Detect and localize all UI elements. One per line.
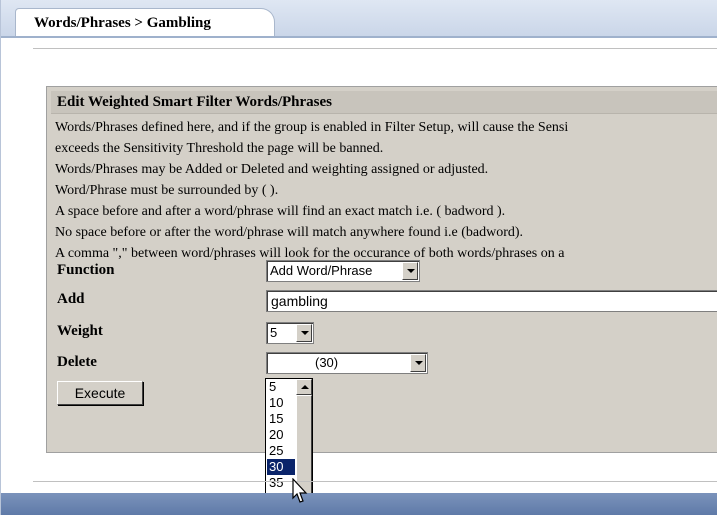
weight-option[interactable]: 10 [267, 395, 295, 411]
description-line: A space before and after a word/phrase w… [55, 204, 506, 219]
add-word-input[interactable]: gambling [266, 290, 717, 312]
panel-title: Edit Weighted Smart Filter Words/Phrases [51, 91, 717, 114]
description-line: Word/Phrase must be surrounded by ( ). [55, 183, 279, 198]
description-line: exceeds the Sensitivity Threshold the pa… [55, 141, 384, 156]
description-line: Words/Phrases defined here, and if the g… [55, 120, 569, 135]
delete-label: Delete [57, 354, 97, 370]
weight-options: 5 10 15 20 25 30 35 [267, 379, 295, 491]
delete-select-value: (30) [315, 355, 339, 370]
footer-bar [1, 493, 717, 515]
tab-gambling[interactable]: Words/Phrases > Gambling [15, 8, 275, 36]
add-label: Add [57, 291, 85, 307]
weight-option[interactable]: 15 [267, 411, 295, 427]
function-label: Function [57, 262, 115, 278]
description-line: Words/Phrases may be Added or Deleted an… [55, 162, 489, 177]
divider-top [33, 48, 717, 49]
window-frame: Words/Phrases > Gambling Edit Weighted S… [0, 0, 717, 515]
panel-description: Words/Phrases defined here, and if the g… [55, 117, 717, 264]
weight-option[interactable]: 35 [267, 475, 295, 491]
weight-option-selected[interactable]: 30 [267, 459, 295, 475]
scroll-up-arrow-icon[interactable] [296, 379, 312, 395]
delete-select[interactable]: (30) [266, 352, 428, 374]
weight-select[interactable]: 5 [266, 322, 314, 344]
execute-button[interactable]: Execute [57, 381, 143, 405]
edit-panel: Edit Weighted Smart Filter Words/Phrases… [46, 86, 717, 453]
description-line: No space before or after the word/phrase… [55, 225, 524, 240]
weight-select-value: 5 [270, 325, 278, 340]
weight-label: Weight [57, 323, 103, 339]
weight-option[interactable]: 20 [267, 427, 295, 443]
chevron-down-icon[interactable] [402, 262, 418, 280]
mouse-pointer-icon [292, 478, 308, 503]
divider-bottom [33, 481, 717, 482]
chevron-down-icon[interactable] [410, 354, 426, 372]
function-select[interactable]: Add Word/Phrase [266, 260, 420, 282]
chevron-down-icon[interactable] [296, 324, 312, 342]
weight-option[interactable]: 25 [267, 443, 295, 459]
weight-option[interactable]: 5 [267, 379, 295, 395]
function-select-value: Add Word/Phrase [270, 263, 373, 278]
